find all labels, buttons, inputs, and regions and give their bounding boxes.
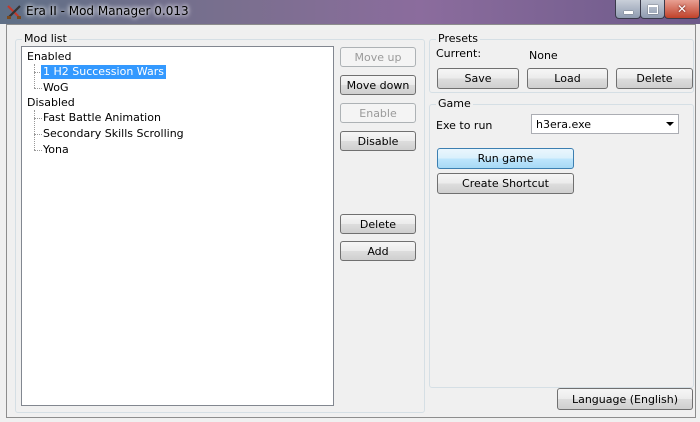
tree-item-secondary-skills-scrolling[interactable]: Secondary Skills Scrolling xyxy=(43,127,184,141)
presets-label: Presets xyxy=(436,32,481,45)
load-preset-button[interactable]: Load xyxy=(527,68,608,89)
tree-line xyxy=(34,118,42,119)
maximize-icon xyxy=(647,4,658,14)
tree-item-fast-battle-animation[interactable]: Fast Battle Animation xyxy=(43,111,161,125)
add-mod-button[interactable]: Add xyxy=(340,241,416,261)
tree-group-disabled[interactable]: Disabled xyxy=(27,96,75,110)
delete-preset-button[interactable]: Delete xyxy=(616,68,693,89)
tree-line xyxy=(34,150,42,151)
enable-button[interactable]: Enable xyxy=(340,103,416,123)
exe-to-run-label: Exe to run xyxy=(436,119,493,132)
game-label: Game xyxy=(436,97,473,110)
current-preset-value: None xyxy=(529,49,558,62)
tree-line xyxy=(34,64,35,88)
exe-select-value: h3era.exe xyxy=(536,118,592,131)
client-area: Mod list Enabled 1 H2 Succession Wars Wo… xyxy=(6,24,696,418)
tree-line xyxy=(34,134,42,135)
dropdown-arrow-icon xyxy=(666,122,674,126)
mod-list-label: Mod list xyxy=(22,32,69,45)
tree-item-wog[interactable]: WoG xyxy=(43,81,69,95)
minimize-icon xyxy=(623,10,633,14)
tree-item-yona[interactable]: Yona xyxy=(43,143,69,157)
create-shortcut-button[interactable]: Create Shortcut xyxy=(437,173,574,194)
tree-line xyxy=(34,88,42,89)
exe-select[interactable]: h3era.exe xyxy=(531,114,679,134)
language-button[interactable]: Language (English) xyxy=(557,388,693,410)
game-group: Game xyxy=(429,97,694,388)
app-window: Era II - Mod Manager 0.013 ✕ Mod list En… xyxy=(0,0,700,422)
move-up-button[interactable]: Move up xyxy=(340,47,416,67)
current-preset-label: Current: xyxy=(436,47,482,60)
move-down-button[interactable]: Move down xyxy=(340,75,416,95)
close-button[interactable]: ✕ xyxy=(664,0,700,19)
disable-button[interactable]: Disable xyxy=(340,131,416,151)
tree-item-h2-succession-wars[interactable]: 1 H2 Succession Wars xyxy=(40,64,167,80)
tree-group-enabled[interactable]: Enabled xyxy=(27,50,71,64)
maximize-button[interactable] xyxy=(640,0,665,19)
delete-mod-button[interactable]: Delete xyxy=(340,214,416,234)
close-icon: ✕ xyxy=(676,2,688,16)
tree-line xyxy=(34,110,35,150)
title-bar[interactable]: Era II - Mod Manager 0.013 ✕ xyxy=(0,0,700,24)
save-preset-button[interactable]: Save xyxy=(437,68,519,89)
mod-tree[interactable]: Enabled 1 H2 Succession Wars WoG Disable… xyxy=(21,46,334,406)
window-title: Era II - Mod Manager 0.013 xyxy=(26,4,189,18)
run-game-button[interactable]: Run game xyxy=(437,148,574,169)
crossed-swords-icon xyxy=(7,5,21,19)
minimize-button[interactable] xyxy=(615,0,641,19)
